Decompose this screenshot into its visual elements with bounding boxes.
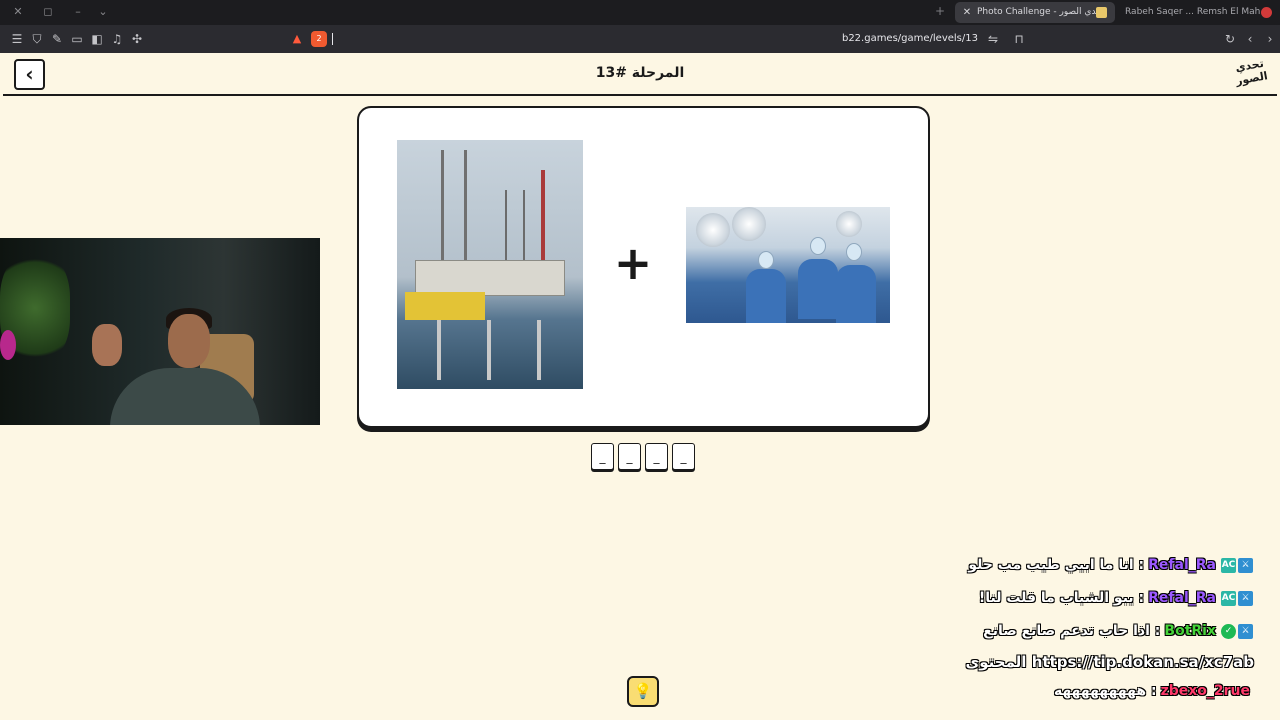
- chat-message: zbexo_2rue: هههههههههه: [1053, 683, 1250, 699]
- close-window-icon[interactable]: ✕: [10, 4, 26, 20]
- chat-username: Refal_Ra: [1148, 557, 1216, 573]
- puzzle-card: +: [357, 106, 930, 428]
- puzzle-image-surgeons: [686, 207, 890, 323]
- chat-link-suffix: المحتوى: [965, 653, 1027, 671]
- bookmark-icon[interactable]: ⊓: [1011, 31, 1027, 47]
- webcam-overlay: [0, 238, 320, 425]
- chat-text: انا ما ابيي طيب مب حلو: [968, 557, 1134, 573]
- answer-slots: _ _ _ _: [591, 443, 697, 471]
- tab-list-chevron-icon[interactable]: ⌄: [95, 4, 111, 20]
- plus-icon: +: [613, 236, 653, 290]
- answer-slot[interactable]: _: [618, 443, 641, 470]
- close-tab-icon[interactable]: ✕: [961, 2, 973, 23]
- back-nav-icon[interactable]: ‹: [1242, 31, 1258, 47]
- lightbulb-icon: 💡: [633, 682, 653, 700]
- puzzle-image-oil-rig: [397, 140, 583, 389]
- minimize-window-icon[interactable]: –: [70, 4, 86, 20]
- page-title: المرحلة #13: [595, 65, 685, 81]
- subscriber-badge-icon: AC: [1221, 590, 1236, 606]
- site-settings-icon[interactable]: ⇋: [985, 31, 1001, 47]
- chat-username: zbexo_2rue: [1160, 683, 1250, 699]
- sword-icon: ⚔: [1238, 623, 1253, 639]
- chat-message: ⚔ACRefal_Ra: يبو الشباب ما قلت لنا!: [979, 590, 1254, 612]
- stream-chat-overlay: ⚔ACRefal_Ra: انا ما ابيي طيب مب حلو ⚔ACR…: [966, 555, 1274, 715]
- sword-icon: ⚔: [1238, 590, 1253, 606]
- answer-slot[interactable]: _: [591, 443, 614, 470]
- browser-toolbar: ☰ ⛉ ✎ ▭ ◧ ♫ ✣ ▲ 2 b22.games/game/levels/…: [0, 25, 1280, 53]
- hint-button[interactable]: 💡: [627, 676, 659, 707]
- page-header: ‹ المرحلة #13 تحدي الصور: [3, 53, 1277, 96]
- chat-link[interactable]: https://tip.dokan.sa/xc7ab: [1032, 653, 1254, 671]
- restore-window-icon[interactable]: ◻: [40, 4, 56, 20]
- sword-icon: ⚔: [1238, 557, 1253, 573]
- browser-tabbar: ✕ ◻ – ⌄ + ✕ Photo Challenge - تحدي الصور…: [0, 0, 1280, 25]
- chat-message: ⚔✓BotRix: اذا حاب تدعم صانع صانع: [983, 623, 1254, 645]
- forward-nav-icon[interactable]: ›: [1262, 31, 1278, 47]
- subscriber-badge-icon: AC: [1221, 557, 1236, 573]
- chat-message: ⚔ACRefal_Ra: انا ما ابيي طيب مب حلو: [968, 557, 1254, 579]
- tab-photo-challenge[interactable]: ✕ Photo Challenge - تحدي الصور: [955, 2, 1115, 23]
- answer-slot[interactable]: _: [672, 443, 695, 470]
- tab-title: Photo Challenge - تحدي الصور: [977, 7, 1097, 17]
- game-logo[interactable]: تحدي الصور: [1229, 56, 1274, 92]
- chat-text: هههههههههه: [1053, 683, 1147, 699]
- tab-title: Rabeh Saqer ... Remsh El Maha | المها: [1125, 7, 1260, 17]
- chat-text: اذا حاب تدعم صانع صانع: [983, 623, 1150, 639]
- chat-link-line: المحتوى https://tip.dokan.sa/xc7ab: [966, 653, 1254, 671]
- answer-slot[interactable]: _: [645, 443, 668, 470]
- chat-text: يبو الشباب ما قلت لنا!: [978, 590, 1134, 606]
- tab-favicon: [1096, 7, 1107, 18]
- reload-icon[interactable]: ↻: [1222, 31, 1238, 47]
- verified-check-icon: ✓: [1221, 623, 1236, 639]
- new-tab-button[interactable]: +: [935, 4, 945, 18]
- chat-username: Refal_Ra: [1148, 590, 1216, 606]
- chat-username: BotRix: [1164, 623, 1216, 639]
- address-bar-url[interactable]: b22.games/game/levels/13: [0, 31, 978, 47]
- tab-rabeh-saqer[interactable]: Rabeh Saqer ... Remsh El Maha | المها: [1118, 2, 1280, 23]
- tab-favicon: [1261, 7, 1272, 18]
